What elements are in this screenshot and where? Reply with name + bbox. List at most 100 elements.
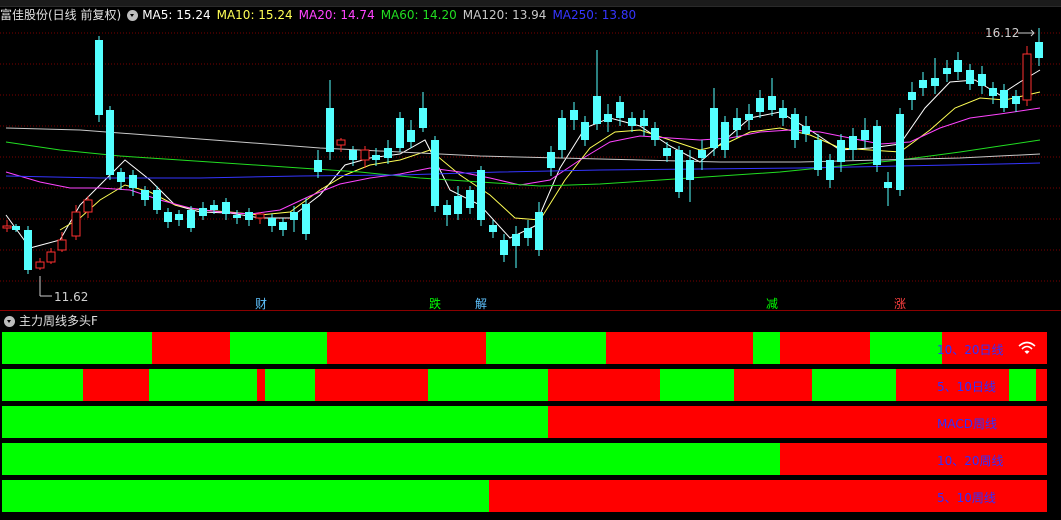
signal-segment-red: [315, 369, 428, 401]
ma20-value: MA20: 14.74: [298, 8, 375, 22]
indicator-row-label: MACD周线: [937, 417, 997, 431]
event-marker-jie[interactable]: 解: [475, 297, 487, 311]
event-marker-zhang[interactable]: 涨: [894, 297, 906, 311]
candle-body-down: [896, 114, 904, 190]
signal-segment-green: [870, 332, 942, 364]
signal-segment-red: [606, 332, 753, 364]
candle-body-down: [477, 170, 485, 220]
indicator-header: 主力周线多头F: [4, 313, 98, 329]
candle-body-down: [384, 148, 392, 158]
candle-body-down: [966, 70, 974, 84]
candle-body-up: [255, 213, 265, 219]
candle-body-down: [349, 150, 357, 160]
candle-body-down: [931, 78, 939, 86]
signal-segment-green: [2, 406, 548, 438]
candle-body-down: [372, 155, 380, 160]
signal-segment-green: [149, 369, 257, 401]
candle-body-down: [443, 205, 451, 215]
candle-body-down: [454, 196, 462, 214]
candle-body-up: [1022, 53, 1032, 101]
signal-segment-red: [780, 443, 1047, 475]
signal-segment-green: [486, 332, 606, 364]
candle-body-down: [302, 204, 310, 234]
ma5-value: MA5: 15.24: [142, 8, 211, 22]
volume-panel-header: [0, 511, 1061, 520]
event-marker-cai[interactable]: 财: [255, 297, 267, 311]
candle-body-down: [849, 136, 857, 150]
ma10-value: MA10: 15.24: [216, 8, 293, 22]
candle-body-up: [57, 239, 67, 251]
signal-segment-red: [548, 369, 660, 401]
candle-body-down: [396, 118, 404, 148]
candle-body-down: [604, 114, 612, 122]
indicator-row: 5、10日线: [2, 369, 1047, 401]
candle-body-down: [466, 190, 474, 208]
low-price-label: 11.62: [54, 290, 89, 304]
candle-body-down: [12, 226, 20, 230]
candle-body-down: [710, 108, 718, 148]
candle-body-down: [733, 118, 741, 130]
signal-segment-green: [753, 332, 780, 364]
candle-body-down: [175, 214, 183, 220]
candle-body-down: [581, 122, 589, 140]
panel-divider[interactable]: [0, 310, 1061, 311]
candle-body-down: [187, 210, 195, 228]
signal-segment-green: [230, 332, 327, 364]
candle-body-down: [290, 212, 298, 220]
candle-body-down: [873, 126, 881, 165]
candle-body-down: [245, 212, 253, 220]
candle-body-down: [826, 160, 834, 180]
candle-body-down: [943, 68, 951, 74]
collapse-icon[interactable]: [127, 10, 139, 21]
high-price-label: 16.12: [985, 26, 1020, 40]
signal-segment-red: [152, 332, 230, 364]
ma60-value: MA60: 14.20: [380, 8, 457, 22]
signal-segment-red: [83, 369, 149, 401]
candle-body-down: [675, 150, 683, 192]
candle-body-down: [95, 40, 103, 115]
signal-segment-green: [2, 480, 489, 512]
candle-body-down: [616, 102, 624, 118]
candle-body-down: [222, 202, 230, 214]
candle-body-down: [745, 114, 753, 120]
candle-body-down: [686, 160, 694, 180]
indicator-row-label: 10、20日线: [937, 343, 1004, 357]
candle-body-down: [547, 152, 555, 168]
candle-body-down: [884, 182, 892, 188]
candle-body-down: [640, 118, 648, 126]
candle-body-up: [336, 139, 346, 146]
candle-body-down: [593, 96, 601, 124]
candle-body-down: [1035, 42, 1043, 58]
candle-body-down: [524, 228, 532, 238]
signal-segment-red: [780, 332, 870, 364]
candle-body-down: [768, 96, 776, 110]
stock-name: 富佳股份(日线 前复权): [0, 8, 122, 22]
candle-body-up: [2, 225, 12, 229]
event-marker-jian[interactable]: 减: [766, 297, 778, 311]
signal-segment-green: [660, 369, 734, 401]
ma60-line: [5, 139, 1041, 187]
signal-segment-green: [2, 369, 83, 401]
signal-icon[interactable]: [1018, 341, 1036, 355]
signal-segment-red: [734, 369, 812, 401]
signal-segment-green: [1009, 369, 1036, 401]
candle-body-down: [535, 212, 543, 250]
event-marker-die[interactable]: 跌: [429, 297, 441, 311]
candle-body-up: [35, 261, 45, 269]
indicator-row: 10、20日线: [2, 332, 1047, 364]
candle-body-down: [628, 118, 636, 126]
candle-body-up: [83, 199, 93, 213]
candle-body-down: [756, 98, 764, 112]
signal-segment-red: [257, 369, 265, 401]
candlestick-chart[interactable]: [0, 0, 1061, 310]
candle-body-down: [314, 160, 322, 172]
candle-body-down: [663, 148, 671, 156]
ma250-line: [5, 162, 1041, 179]
candle-body-down: [908, 92, 916, 100]
candle-body-down: [919, 80, 927, 88]
collapse-icon[interactable]: [4, 316, 15, 327]
ma120-value: MA120: 13.94: [462, 8, 547, 22]
candle-body-down: [1000, 90, 1008, 108]
main-chart-header: 富佳股份(日线 前复权) MA5: 15.24 MA10: 15.24 MA20: 1…: [0, 6, 1061, 24]
candle-body-down: [164, 212, 172, 222]
